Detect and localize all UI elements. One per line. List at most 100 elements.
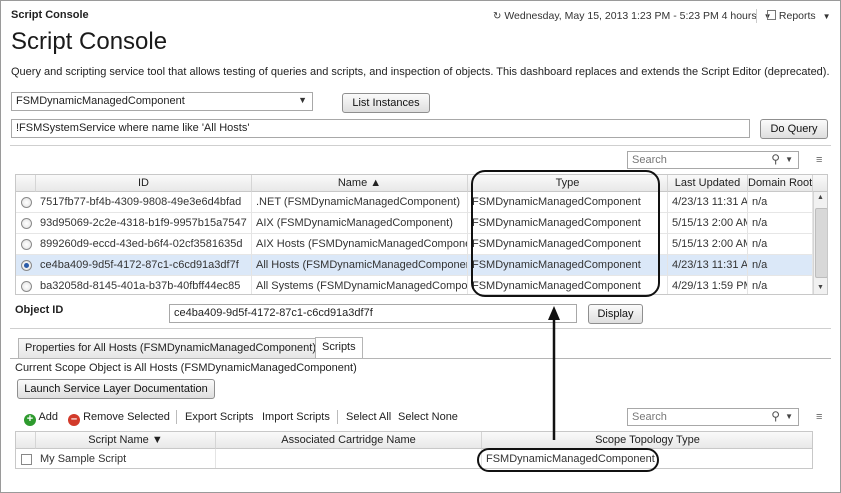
add-icon: + [24, 414, 36, 426]
row-radio[interactable] [21, 281, 32, 292]
type-select[interactable]: FSMDynamicManagedComponent ▼ [11, 92, 313, 111]
tab-strip-line [10, 358, 831, 359]
chevron-down-icon: ▼ [298, 95, 307, 105]
type-select-value: FSMDynamicManagedComponent [16, 95, 185, 107]
row-updated: 5/15/13 2:00 AM [668, 213, 748, 234]
add-label: Add [38, 411, 59, 423]
scope-object-text: Current Scope Object is All Hosts (FSMDy… [15, 362, 357, 374]
scroll-thumb[interactable] [815, 208, 827, 278]
chevron-down-icon: ▼ [785, 412, 793, 421]
table-row-selected[interactable]: ce4ba409-9d5f-4172-87c1-c6cd91a3df7f All… [16, 255, 827, 276]
table-row[interactable]: 7517fb77-bf4b-4309-9808-49e3e6d4bfad .NE… [16, 192, 827, 213]
display-button[interactable]: Display [588, 304, 643, 324]
row-id: 899260d9-eccd-43ed-b6f4-02cf3581635d [36, 234, 252, 255]
reports-label: Reports [778, 10, 816, 22]
scripts-grid: Script Name ▼ Associated Cartridge Name … [15, 431, 813, 469]
row-updated: 4/23/13 11:31 AM [668, 192, 748, 213]
section-divider [10, 145, 831, 146]
chevron-down-icon: ▼ [785, 155, 793, 164]
row-id: ba32058d-8145-401a-b37b-40fbff44ec85 [36, 276, 252, 294]
row-name: All Hosts (FSMDynamicManagedComponent) [252, 255, 468, 276]
launch-docs-button[interactable]: Launch Service Layer Documentation [17, 379, 215, 399]
column-header-name[interactable]: Name ▲ [252, 175, 468, 192]
column-options-icon[interactable]: ≡ [816, 154, 822, 166]
row-name: .NET (FSMDynamicManagedComponent) [252, 192, 468, 213]
section-divider [10, 328, 831, 329]
header-small-title: Script Console [11, 9, 89, 21]
import-scripts-button[interactable]: Import Scripts [262, 411, 330, 423]
row-checkbox[interactable] [21, 454, 32, 465]
column-header-last-updated[interactable]: Last Updated [668, 175, 748, 192]
grid-vertical-scrollbar[interactable]: ▲ ▼ [813, 192, 827, 294]
tab-scripts[interactable]: Scripts [315, 337, 363, 358]
row-domain-root: n/a [748, 234, 813, 255]
results-grid: ID Name ▲ Type Last Updated Domain Root … [15, 174, 828, 295]
row-name: AIX Hosts (FSMDynamicManagedComponent) [252, 234, 468, 255]
checkbox-column-header [16, 432, 36, 449]
do-query-button[interactable]: Do Query [760, 119, 828, 139]
page-title: Script Console [11, 28, 168, 55]
remove-icon: – [68, 414, 80, 426]
toolbar-separator [337, 410, 338, 424]
column-header-cartridge[interactable]: Associated Cartridge Name [216, 432, 482, 449]
script-cartridge [216, 449, 482, 468]
query-input[interactable]: !FSMSystemService where name like 'All H… [11, 119, 750, 138]
type-column-highlight [471, 170, 660, 297]
row-radio[interactable] [21, 197, 32, 208]
row-id: ce4ba409-9d5f-4172-87c1-c6cd91a3df7f [36, 255, 252, 276]
refresh-icon: ↻ [493, 11, 502, 22]
time-range-selector[interactable]: ↻ Wednesday, May 15, 2013 1:23 PM - 5:23… [493, 10, 772, 22]
scroll-down-icon[interactable]: ▼ [817, 284, 824, 291]
search-icon: ⚲ [771, 152, 780, 166]
add-button[interactable]: + Add [24, 411, 58, 426]
select-none-button[interactable]: Select None [398, 411, 458, 423]
toolbar-separator [176, 410, 177, 424]
time-range-text: Wednesday, May 15, 2013 1:23 PM - 5:23 P… [504, 10, 757, 22]
column-header-id[interactable]: ID [36, 175, 252, 192]
scripts-search-placeholder: Search [632, 411, 667, 423]
object-id-label: Object ID [15, 304, 64, 316]
radio-column-header [16, 175, 36, 192]
annotation-arrow [548, 306, 560, 440]
chevron-down-icon: ▼ [822, 12, 831, 21]
reports-icon [767, 10, 776, 20]
results-search-input[interactable]: Search ⚲ ▼ [627, 151, 799, 169]
row-updated: 5/15/13 2:00 AM [668, 234, 748, 255]
table-row[interactable]: My Sample Script FSMDynamicManagedCompon… [16, 449, 812, 468]
reports-menu[interactable]: Reports ▼ [767, 10, 831, 22]
row-id: 7517fb77-bf4b-4309-9808-49e3e6d4bfad [36, 192, 252, 213]
column-header-scope-topology[interactable]: Scope Topology Type [482, 432, 812, 449]
row-id: 93d95069-2c2e-4318-b1f9-9957b15a7547 [36, 213, 252, 234]
row-domain-root: n/a [748, 255, 813, 276]
export-scripts-button[interactable]: Export Scripts [185, 411, 253, 423]
row-radio[interactable] [21, 260, 32, 271]
column-header-script-name[interactable]: Script Name ▼ [36, 432, 216, 449]
row-updated: 4/29/13 1:59 PM [668, 276, 748, 294]
list-instances-button[interactable]: List Instances [342, 93, 430, 113]
row-radio[interactable] [21, 218, 32, 229]
remove-selected-button[interactable]: – Remove Selected [68, 411, 170, 426]
select-all-button[interactable]: Select All [346, 411, 391, 423]
script-name[interactable]: My Sample Script [36, 449, 216, 468]
search-icon: ⚲ [771, 409, 780, 423]
page-description: Query and scripting service tool that al… [11, 66, 830, 78]
column-options-icon[interactable]: ≡ [816, 411, 822, 423]
column-header-domain-root[interactable]: Domain Root [748, 175, 813, 192]
row-domain-root: n/a [748, 213, 813, 234]
row-domain-root: n/a [748, 276, 813, 294]
row-domain-root: n/a [748, 192, 813, 213]
table-row[interactable]: 93d95069-2c2e-4318-b1f9-9957b15a7547 AIX… [16, 213, 827, 234]
arrow-head [548, 306, 560, 320]
row-name: AIX (FSMDynamicManagedComponent) [252, 213, 468, 234]
table-row[interactable]: ba32058d-8145-401a-b37b-40fbff44ec85 All… [16, 276, 827, 294]
tab-properties[interactable]: Properties for All Hosts (FSMDynamicMana… [18, 338, 324, 358]
header-divider [756, 9, 757, 23]
grid-header-spacer [813, 175, 827, 192]
results-search-placeholder: Search [632, 154, 667, 166]
scripts-search-input[interactable]: Search ⚲ ▼ [627, 408, 799, 426]
remove-selected-label: Remove Selected [83, 411, 170, 423]
object-id-input[interactable]: ce4ba409-9d5f-4172-87c1-c6cd91a3df7f [169, 304, 577, 323]
scroll-up-icon[interactable]: ▲ [817, 194, 824, 201]
row-radio[interactable] [21, 239, 32, 250]
table-row[interactable]: 899260d9-eccd-43ed-b6f4-02cf3581635d AIX… [16, 234, 827, 255]
